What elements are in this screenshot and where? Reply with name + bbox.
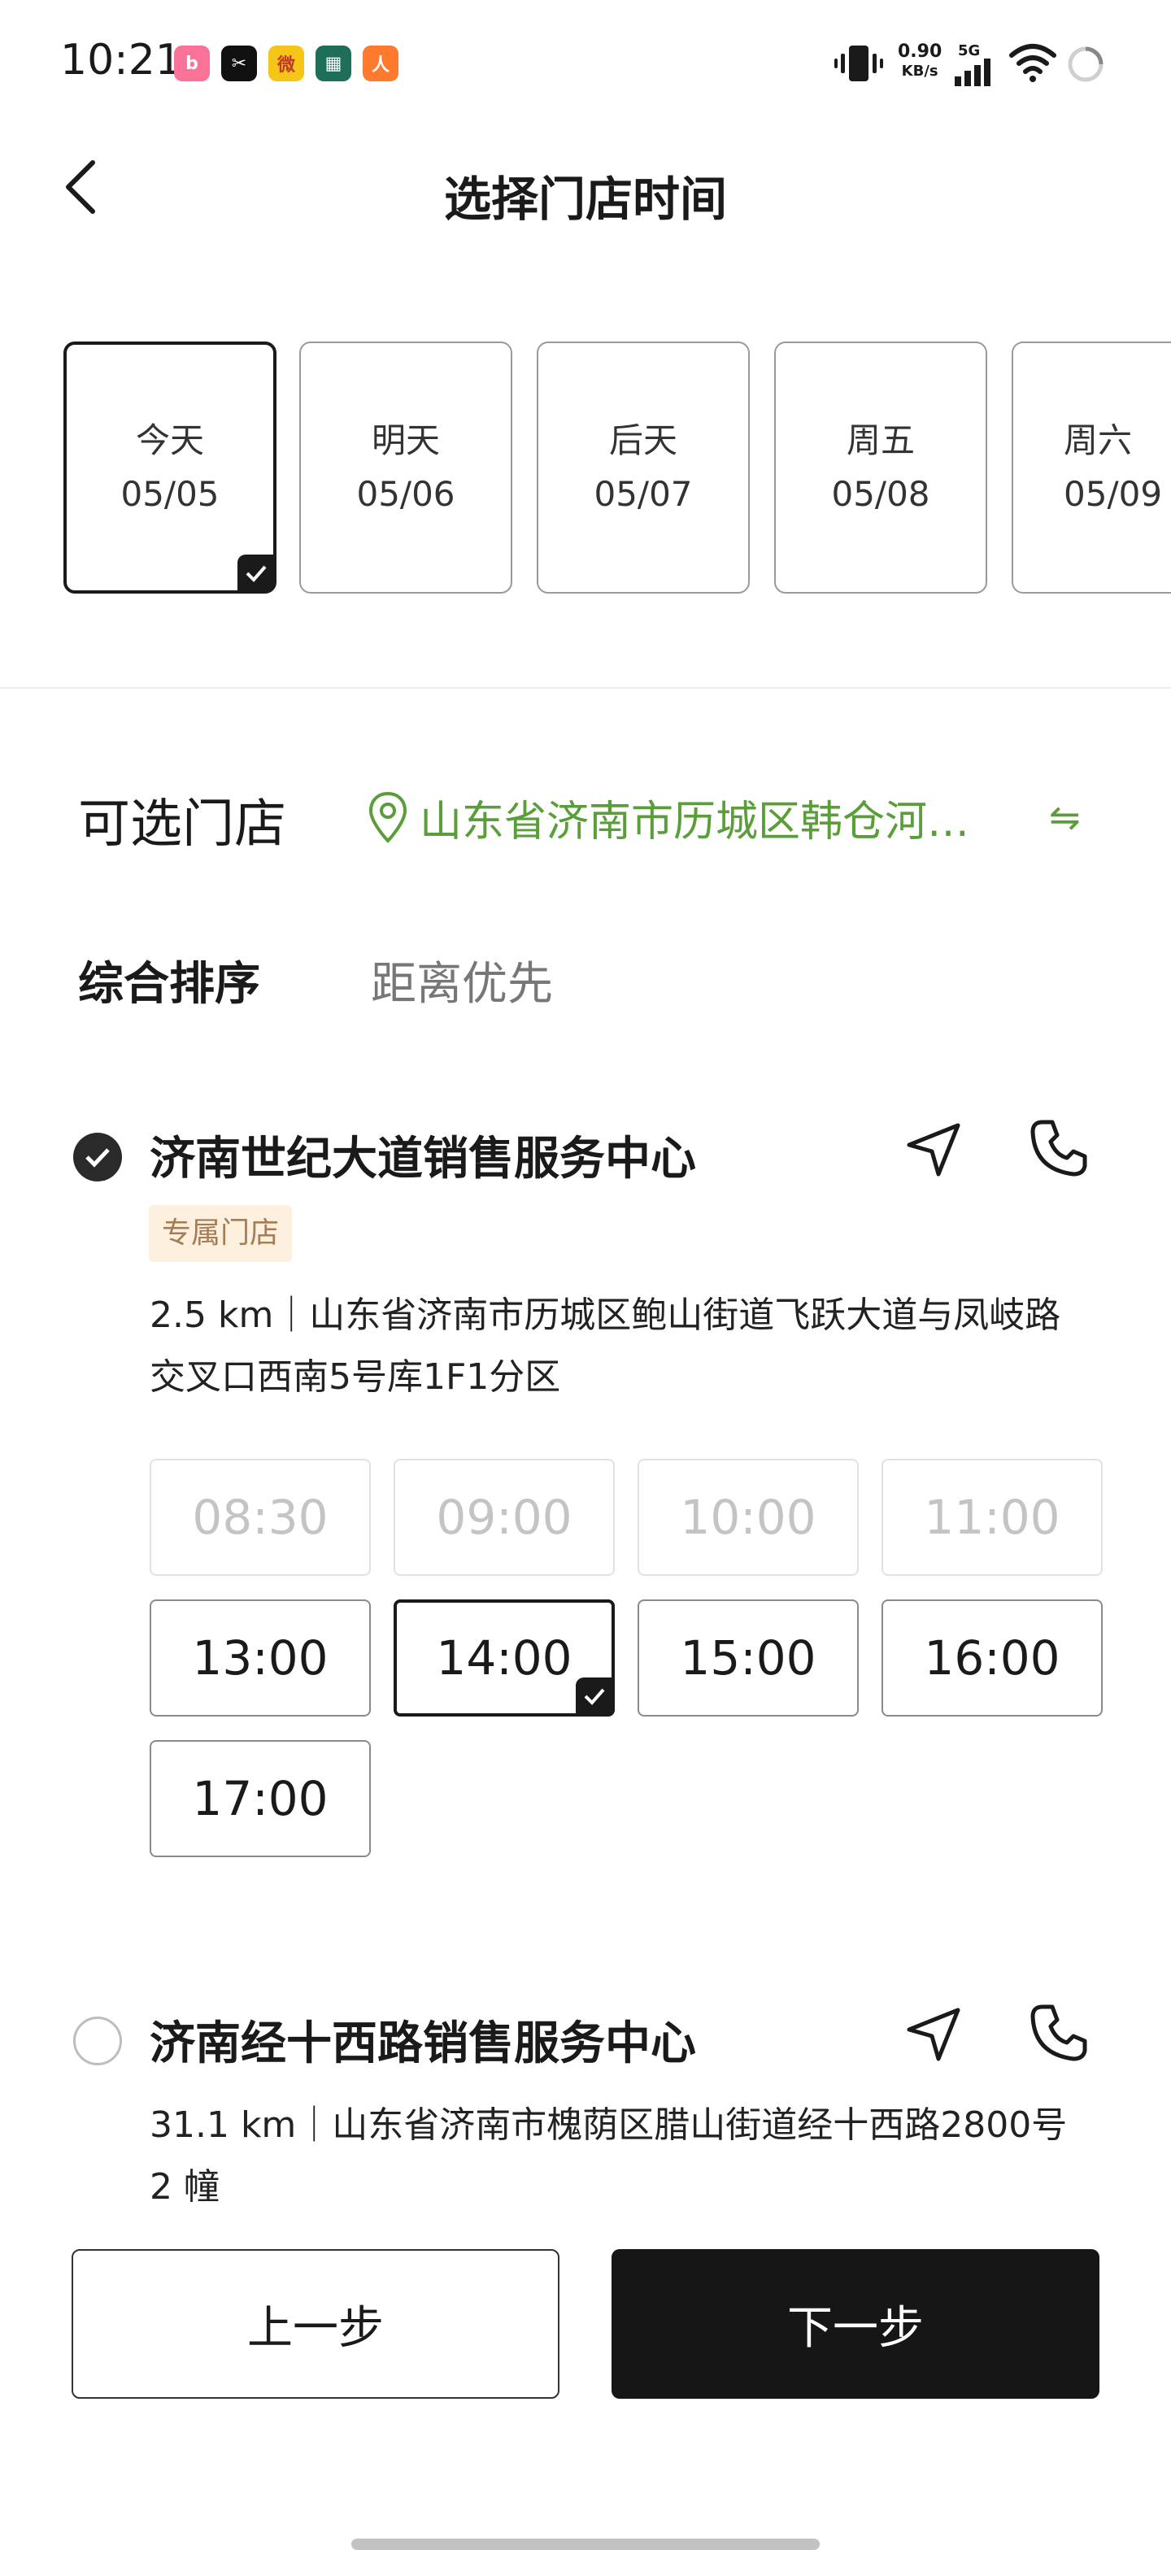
next-step-button[interactable]: 下一步 — [612, 2249, 1099, 2399]
date-card-date: 05/05 — [120, 474, 220, 514]
stores-title: 可选门店 — [78, 794, 286, 855]
phone-icon[interactable] — [1026, 1116, 1091, 1181]
exclusive-store-badge: 专属门店 — [149, 1205, 293, 1262]
time-slot[interactable]: 16:00 — [882, 1599, 1103, 1717]
date-card-friday[interactable]: 周五 05/08 — [774, 342, 987, 594]
date-card-date: 05/09 — [1064, 474, 1163, 514]
store-address: 31.1 km｜山东省济南市槐荫区腊山街道经十西路2800号 2 幢 — [150, 2095, 1109, 2218]
date-card-day: 周五 — [846, 420, 915, 460]
navigate-icon[interactable] — [901, 1116, 966, 1181]
store-address-line: 31.1 km｜山东省济南市槐荫区腊山街道经十西路2800号 — [150, 2104, 1068, 2146]
time-slot[interactable]: 15:00 — [638, 1599, 859, 1717]
time-slot[interactable]: 13:00 — [150, 1599, 371, 1717]
selected-check-icon — [576, 1677, 613, 1715]
date-card-day: 后天 — [608, 420, 677, 460]
store-name: 济南世纪大道销售服务中心 — [150, 1133, 696, 1186]
location-pin-icon — [368, 791, 407, 843]
date-card-day-after[interactable]: 后天 05/07 — [537, 342, 750, 594]
time-slot-label: 14:00 — [436, 1630, 572, 1686]
selected-check-icon — [237, 555, 275, 592]
time-slot: 11:00 — [882, 1459, 1103, 1576]
store-radio-unselected[interactable] — [73, 2017, 122, 2065]
phone-icon[interactable] — [1026, 2000, 1091, 2065]
date-card-today[interactable]: 今天 05/05 — [63, 342, 276, 594]
store-radio-selected[interactable] — [73, 1133, 122, 1181]
store-address: 2.5 km｜山东省济南市历城区鲍山街道飞跃大道与凤岐路 交叉口西南5号库1F1… — [150, 1285, 1109, 1408]
check-icon — [85, 1148, 110, 1168]
location-text: 山东省济南市历城区韩仓河… — [420, 797, 970, 846]
time-slot: 10:00 — [638, 1459, 859, 1576]
navigate-icon[interactable] — [901, 2000, 966, 2065]
date-card-date: 05/06 — [356, 474, 455, 514]
loading-icon — [1068, 46, 1104, 82]
sort-comprehensive-tab[interactable]: 综合排序 — [78, 947, 260, 1013]
time-slot-selected[interactable]: 14:00 — [394, 1599, 615, 1717]
capcut-icon: ✂ — [221, 46, 257, 81]
store-address-line: 2 幢 — [150, 2166, 220, 2208]
status-time: 10:21 — [60, 36, 182, 85]
time-slot: 09:00 — [394, 1459, 615, 1576]
page-title: 选择门店时间 — [443, 172, 727, 227]
location-selector[interactable]: 山东省济南市历城区韩仓河… — [368, 789, 969, 846]
network-type: 5G — [958, 42, 981, 59]
weibo-icon: 微 — [268, 46, 304, 81]
home-indicator[interactable] — [351, 2539, 820, 2550]
date-card-saturday[interactable]: 周六 05/09 — [1012, 342, 1171, 594]
date-card-tomorrow[interactable]: 明天 05/06 — [299, 342, 512, 594]
vibrate-icon — [834, 46, 883, 81]
store-address-line: 2.5 km｜山东省济南市历城区鲍山街道飞跃大道与凤岐路 — [150, 1295, 1061, 1336]
date-card-date: 05/07 — [594, 474, 693, 514]
bilibili-icon: b — [174, 46, 210, 81]
run-app-icon: 人 — [363, 46, 398, 81]
prev-step-button[interactable]: 上一步 — [72, 2249, 559, 2399]
wifi-icon — [1009, 44, 1056, 82]
net-speed: 0.90 KB/s — [898, 42, 942, 81]
game-app-icon: ▦ — [316, 46, 351, 81]
date-card-day: 明天 — [371, 420, 440, 460]
sort-distance-tab[interactable]: 距离优先 — [371, 947, 553, 1013]
net-speed-value: 0.90 — [898, 41, 942, 62]
date-card-date: 05/08 — [831, 474, 930, 514]
signal-icon — [955, 59, 990, 86]
store-address-line: 交叉口西南5号库1F1分区 — [150, 1356, 561, 1398]
time-slot[interactable]: 17:00 — [150, 1740, 371, 1857]
store-name: 济南经十西路销售服务中心 — [150, 2017, 696, 2070]
date-card-day: 周六 — [1064, 420, 1133, 460]
swap-arrows-icon[interactable]: ⇋ — [1049, 795, 1081, 839]
time-slot: 08:30 — [150, 1459, 371, 1576]
section-divider — [0, 687, 1171, 689]
net-speed-unit: KB/s — [901, 63, 938, 80]
date-card-day: 今天 — [135, 420, 204, 460]
